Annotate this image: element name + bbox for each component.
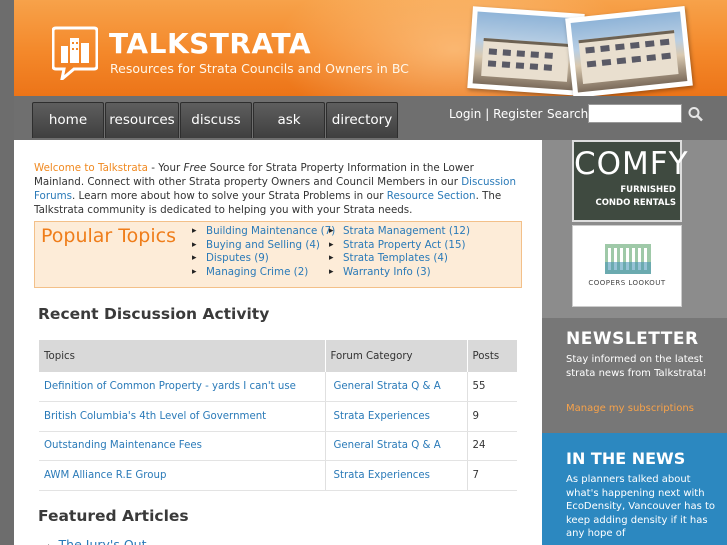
comfy-ad-line-2: CONDO RENTALS: [595, 198, 676, 208]
popular-topics: Popular Topics Building Maintenance (7) …: [34, 221, 522, 288]
site-tagline: Resources for Strata Councils and Owners…: [110, 61, 409, 76]
popular-topics-title: Popular Topics: [41, 225, 176, 247]
tab-discuss[interactable]: discuss: [180, 102, 252, 138]
topic-link[interactable]: Managing Crime (2): [192, 266, 335, 280]
popular-topics-col-2: Strata Management (12) Strata Property A…: [329, 225, 470, 280]
login-link[interactable]: Login: [449, 107, 481, 121]
category-link[interactable]: General Strata Q & A: [324, 431, 467, 461]
topic-link[interactable]: Buying and Selling (4): [192, 239, 335, 253]
logo-speech-bubble-icon[interactable]: [52, 26, 98, 80]
featured-articles-title: Featured Articles: [38, 507, 189, 525]
table-row: Outstanding Maintenance Fees General Str…: [39, 431, 517, 461]
topic-link[interactable]: Definition of Common Property - yards I …: [39, 372, 325, 402]
account-separator: |: [485, 107, 490, 121]
resource-section-link[interactable]: Resource Section: [387, 190, 476, 202]
site-logo-title[interactable]: TALKSTRATA: [109, 27, 311, 60]
register-link[interactable]: Register: [493, 107, 542, 121]
featured-article-title: The Jury's Out: [58, 537, 147, 545]
intro-text: - Your: [148, 162, 184, 174]
comfy-ad-banner[interactable]: COMFY FURNISHED CONDO RENTALS: [572, 140, 689, 222]
welcome-heading: Welcome to Talkstrata: [34, 162, 148, 174]
recent-discussion-title: Recent Discussion Activity: [38, 305, 270, 323]
manage-subscriptions-link[interactable]: Manage my subscriptions: [566, 403, 694, 414]
post-count: 7: [466, 460, 517, 491]
table-header-row: Topics Forum Category Posts: [39, 340, 517, 372]
comfy-ad-line-1: FURNISHED: [620, 185, 676, 195]
search-label: Search: [547, 107, 589, 121]
tab-ask[interactable]: ask: [253, 102, 325, 138]
topic-link[interactable]: AWM Alliance R.E Group: [39, 460, 325, 491]
tab-home[interactable]: home: [32, 102, 104, 138]
category-link[interactable]: Strata Experiences: [324, 460, 467, 491]
post-count: 9: [466, 401, 517, 432]
coopers-lookout-ad-banner[interactable]: COOPERS LOOKOUT: [572, 225, 682, 307]
table-row: British Columbia's 4th Level of Governme…: [39, 401, 517, 432]
intro-text: . Learn more about how to solve your Str…: [72, 190, 387, 202]
site-header: TALKSTRATA Resources for Strata Councils…: [14, 0, 727, 96]
topic-link[interactable]: Strata Templates (4): [329, 252, 470, 266]
in-the-news-text: As planners talked about what's happenin…: [566, 474, 716, 539]
newsletter-title: NEWSLETTER: [566, 329, 699, 349]
col-header-topics: Topics: [39, 340, 325, 372]
table-row: Definition of Common Property - yards I …: [39, 372, 517, 402]
welcome-intro: Welcome to Talkstrata - Your Free Source…: [34, 161, 524, 217]
topic-link[interactable]: Warranty Info (3): [329, 266, 470, 280]
col-header-posts: Posts: [466, 340, 517, 372]
account-links: Login | Register: [449, 107, 542, 121]
search-icon[interactable]: [687, 106, 705, 122]
topic-link[interactable]: Disputes (9): [192, 252, 335, 266]
coopers-lookout-label: COOPERS LOOKOUT: [588, 279, 666, 287]
intro-free: Free: [183, 162, 207, 174]
featured-article-link[interactable]: ▸The Jury's Out: [48, 537, 146, 545]
category-link[interactable]: Strata Experiences: [324, 401, 467, 432]
topic-link[interactable]: British Columbia's 4th Level of Governme…: [39, 401, 325, 432]
category-link[interactable]: General Strata Q & A: [324, 372, 467, 402]
comfy-ad-title: COMFY: [574, 146, 689, 182]
newsletter-box: NEWSLETTER Stay informed on the latest s…: [542, 318, 727, 433]
newsletter-text: Stay informed on the latest strata news …: [566, 354, 707, 379]
topic-link[interactable]: Outstanding Maintenance Fees: [39, 431, 325, 461]
post-count: 55: [466, 372, 517, 402]
page: TALKSTRATA Resources for Strata Councils…: [14, 0, 727, 545]
recent-discussion-table: Topics Forum Category Posts Definition o…: [39, 340, 517, 491]
post-count: 24: [466, 431, 517, 461]
search-input[interactable]: [588, 104, 682, 123]
tab-directory[interactable]: directory: [326, 102, 398, 138]
table-row: AWM Alliance R.E Group Strata Experience…: [39, 460, 517, 491]
in-the-news-title: IN THE NEWS: [566, 449, 686, 468]
coopers-lookout-logo-icon: [605, 244, 651, 274]
topic-link[interactable]: Strata Management (12): [329, 225, 470, 239]
in-the-news-box: IN THE NEWS As planners talked about wha…: [542, 433, 727, 545]
topic-link[interactable]: Building Maintenance (7): [192, 225, 335, 239]
header-photo-building-2: [565, 5, 693, 96]
topic-link[interactable]: Strata Property Act (15): [329, 239, 470, 253]
popular-topics-col-1: Building Maintenance (7) Buying and Sell…: [192, 225, 335, 280]
col-header-forum-category: Forum Category: [324, 340, 467, 372]
tab-resources[interactable]: resources: [105, 102, 179, 138]
